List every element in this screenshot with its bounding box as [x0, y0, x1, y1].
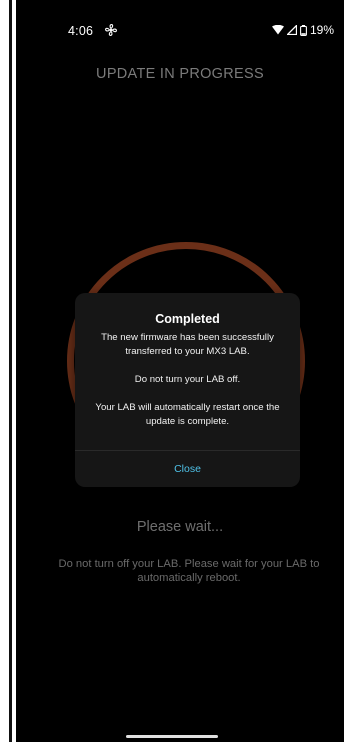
dialog-message-transferred: The new firmware has been successfully t…	[101, 332, 274, 357]
home-indicator[interactable]	[126, 735, 218, 738]
signal-icon	[286, 25, 297, 35]
status-icons: 19%	[271, 23, 334, 37]
screen-left-edge	[9, 0, 12, 742]
please-wait-text: Please wait...	[136, 519, 224, 535]
status-bar: 4:06 19%	[16, 20, 344, 44]
reboot-info-text: Do not turn off your LAB. Please wait fo…	[58, 558, 320, 584]
fan-icon	[104, 23, 118, 37]
dialog-title: Completed	[155, 312, 220, 326]
dialog-message: The new firmware has been successfully t…	[85, 331, 290, 429]
completed-dialog: Completed The new firmware has been succ…	[75, 293, 300, 487]
battery-percent: 19%	[309, 23, 334, 37]
wifi-icon	[271, 25, 284, 35]
dialog-message-warning: Do not turn your LAB off.	[134, 374, 241, 385]
battery-icon	[300, 24, 307, 36]
page-title: UPDATE IN PROGRESS	[96, 66, 264, 82]
status-time: 4:06	[68, 24, 94, 38]
close-button[interactable]: Close	[75, 451, 300, 487]
app-screen: 4:06 19% UPDATE IN PROGRESS Completed Th…	[16, 0, 344, 742]
dialog-message-restart: Your LAB will automatically restart once…	[95, 402, 280, 427]
